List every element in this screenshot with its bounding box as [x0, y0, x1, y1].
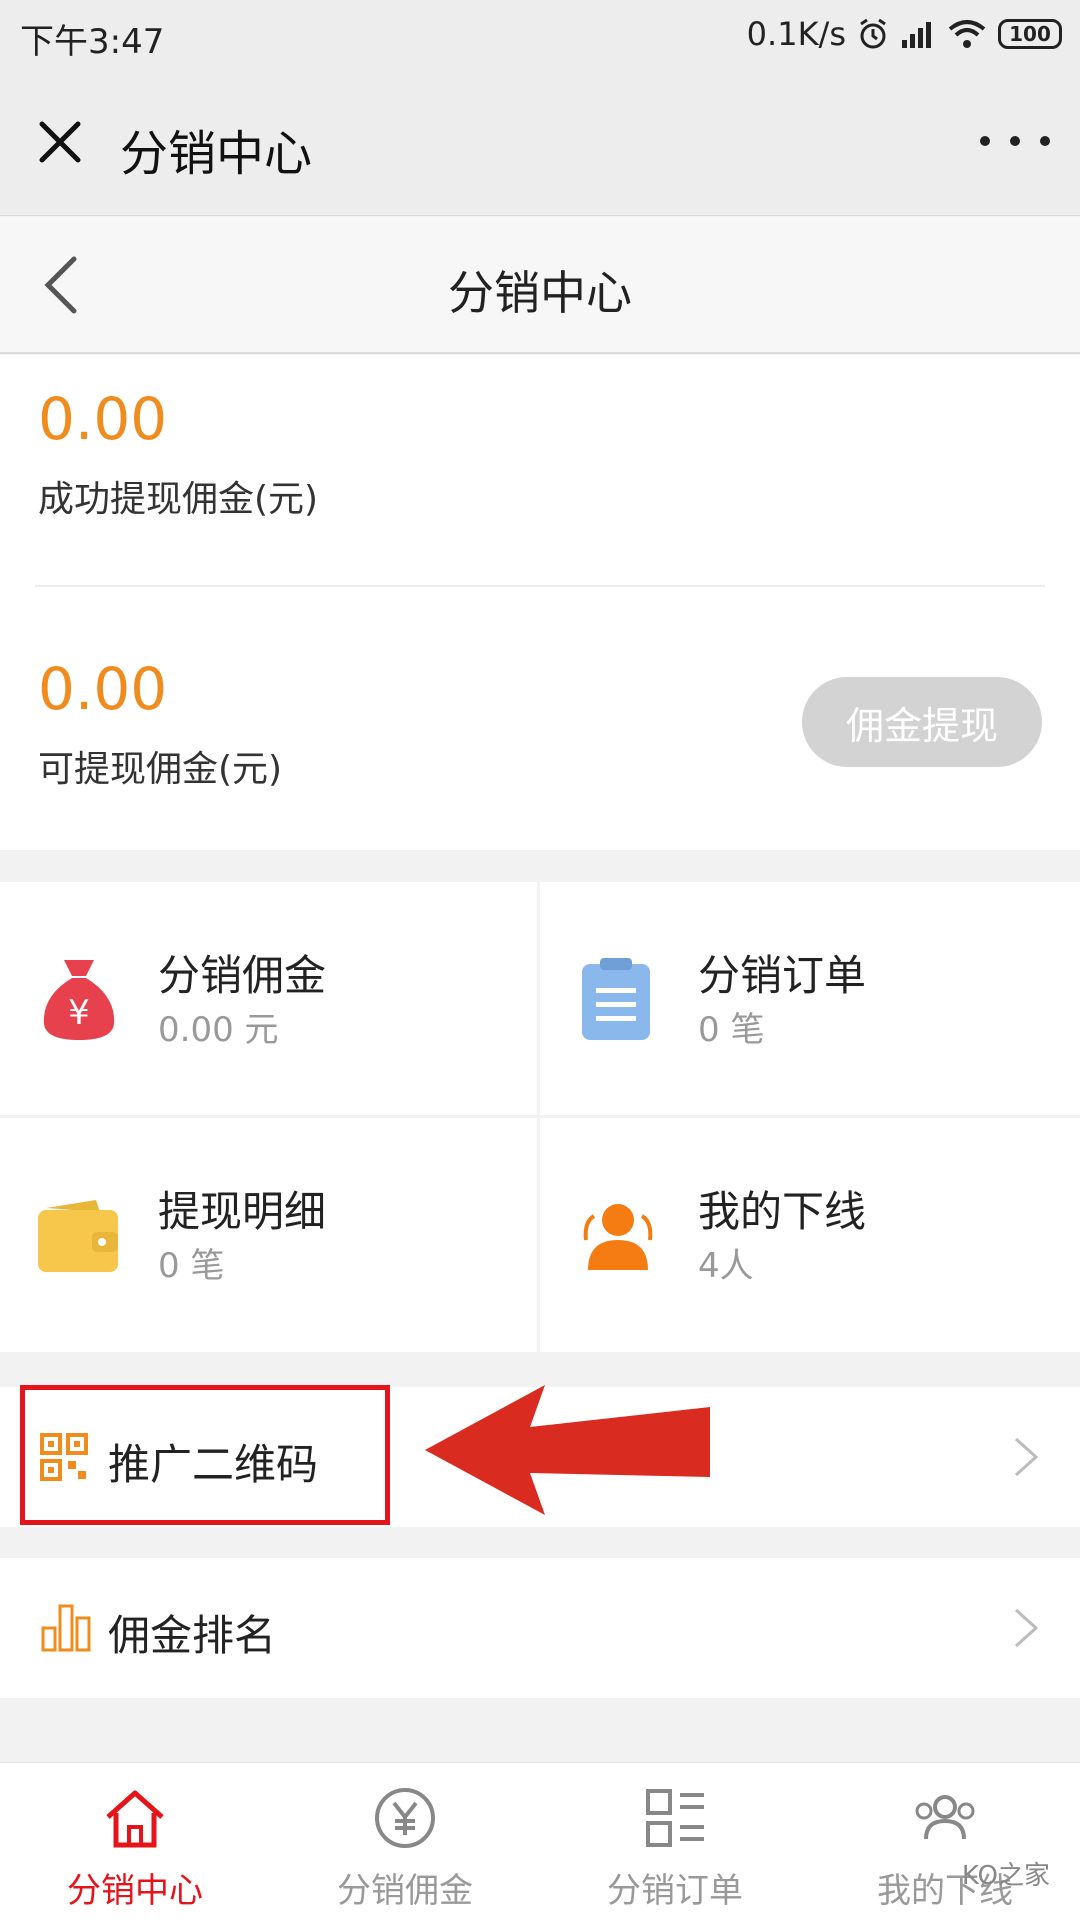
- page-title: 分销中心: [448, 266, 632, 320]
- success-withdraw-amount: 0.00: [38, 385, 168, 453]
- order-list-icon: [646, 1789, 704, 1847]
- arrow-left-icon: [425, 1385, 710, 1515]
- row-label: 佣金排名: [108, 1611, 277, 1660]
- money-bag-icon: ¥: [43, 960, 115, 1040]
- chevron-right-icon: [1014, 1608, 1039, 1648]
- battery-indicator: 100: [998, 19, 1062, 49]
- bar-chart-icon: [41, 1604, 91, 1652]
- grid-item-withdraw-details[interactable]: 提现明细 0 笔: [0, 1118, 537, 1352]
- team-icon: [915, 1795, 975, 1840]
- more-options-icon[interactable]: [980, 116, 1050, 166]
- grid-title: 提现明细: [158, 1187, 327, 1236]
- list-item-commission-ranking[interactable]: 佣金排名: [0, 1558, 1080, 1698]
- nav-tab-orders[interactable]: 分销订单: [540, 1763, 810, 1920]
- clipboard-icon: [582, 958, 650, 1040]
- grid-title: 我的下线: [698, 1187, 867, 1236]
- yen-circle-icon: [375, 1788, 435, 1848]
- grid-item-orders[interactable]: 分销订单 0 笔: [540, 882, 1080, 1115]
- grid-subtitle: 0 笔: [158, 1246, 225, 1286]
- highlight-box: [20, 1385, 390, 1525]
- withdraw-button[interactable]: 佣金提现: [802, 677, 1042, 767]
- nav-tab-commission[interactable]: 分销佣金: [270, 1763, 540, 1920]
- signal-icon: [902, 22, 931, 48]
- alarm-icon: [860, 18, 886, 49]
- network-speed: 0.1K/s: [746, 15, 846, 53]
- home-icon: [106, 1790, 164, 1848]
- page-header: 分销中心: [0, 217, 1080, 354]
- grid-item-downline[interactable]: 我的下线 4人: [540, 1118, 1080, 1352]
- nav-tab-distribution-center[interactable]: 分销中心: [0, 1763, 270, 1920]
- bottom-navigation: 分销中心 分销佣金 分销订单 我的下线 KO之家: [0, 1762, 1080, 1920]
- grid-title: 分销佣金: [158, 951, 327, 1000]
- success-withdraw-label: 成功提现佣金(元): [38, 479, 319, 520]
- nav-label: 分销订单: [607, 1871, 743, 1911]
- back-arrow-icon[interactable]: [36, 253, 86, 317]
- status-indicators: 0.1K/s 100: [747, 12, 1062, 56]
- nav-label: 分销中心: [67, 1871, 203, 1911]
- webview-title: 分销中心: [120, 126, 313, 182]
- divider: [35, 585, 1045, 587]
- available-amount: 0.00: [38, 655, 168, 723]
- wifi-icon: [948, 20, 986, 48]
- webview-top-bar: 分销中心: [0, 76, 1080, 216]
- wallet-icon: [38, 1200, 118, 1272]
- grid-subtitle: 0 笔: [698, 1010, 765, 1050]
- balance-card: 0.00 成功提现佣金(元) 0.00 可提现佣金(元) 佣金提现: [0, 355, 1080, 850]
- svg-text:¥: ¥: [68, 993, 90, 1033]
- chevron-right-icon: [1014, 1437, 1039, 1477]
- users-icon: [583, 1204, 653, 1270]
- watermark: KO之家: [961, 1861, 1050, 1891]
- grid-subtitle: 0.00 元: [158, 1010, 279, 1050]
- close-icon[interactable]: [30, 112, 90, 172]
- available-label: 可提现佣金(元): [38, 749, 283, 790]
- grid-title: 分销订单: [698, 951, 867, 1000]
- nav-label: 分销佣金: [337, 1871, 473, 1911]
- grid-item-commission[interactable]: ¥ 分销佣金 0.00 元: [0, 882, 537, 1115]
- nav-tab-downline[interactable]: 我的下线 KO之家: [810, 1763, 1080, 1920]
- grid-subtitle: 4人: [698, 1246, 754, 1286]
- status-time: 下午3:47: [20, 22, 165, 62]
- status-bar: 下午3:47 0.1K/s 100: [0, 0, 1080, 76]
